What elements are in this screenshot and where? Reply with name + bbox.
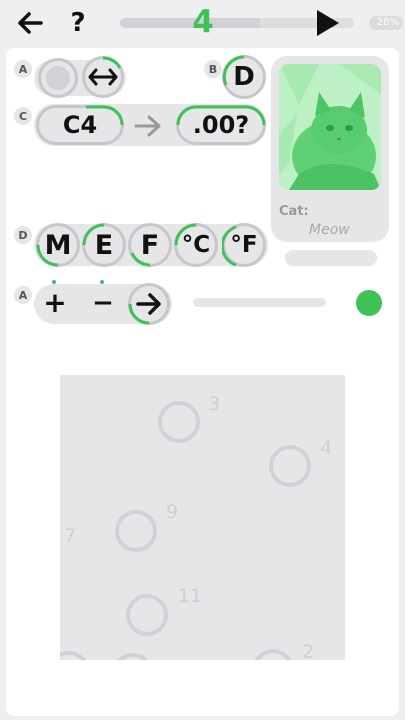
pitch-from-progress-arc (86, 105, 124, 126)
target-label: 7 (64, 525, 77, 547)
unit-option-progress-arc (222, 225, 237, 267)
swap-progress-arc (102, 56, 122, 69)
unit-option-progress-arc (130, 252, 151, 267)
note-d-progress-arc (222, 55, 245, 86)
target-circle[interactable] (252, 649, 294, 660)
target-circle[interactable] (60, 651, 90, 660)
target-label: 11 (178, 585, 203, 607)
target-circle[interactable] (115, 510, 157, 552)
pitch-to-progress-arc (176, 105, 266, 126)
row-tag-b: B (204, 60, 222, 78)
unit-option-progress-arc (174, 223, 197, 246)
row-tag-c: C (14, 107, 32, 125)
target-circle[interactable] (112, 653, 154, 660)
target-circle[interactable] (269, 445, 311, 487)
unit-option-progress-arc (82, 223, 105, 246)
toggle-circle-button[interactable] (38, 58, 78, 98)
row-tag-d: D (14, 226, 32, 244)
card-sound-label: Meow (309, 222, 350, 238)
card-name-label: Cat: (279, 204, 309, 219)
target-label: 9 (166, 501, 179, 523)
row-tag-a: A (14, 60, 32, 78)
play-field[interactable]: 3 4 9 11 2 (60, 375, 345, 660)
minus-indicator (100, 280, 104, 284)
target-label: 2 (302, 641, 315, 660)
card-stand (285, 250, 377, 266)
target-circle[interactable] (126, 594, 168, 636)
play-icon[interactable] (313, 8, 343, 42)
plus-button[interactable]: + (40, 287, 70, 319)
minus-button[interactable]: − (88, 287, 118, 319)
arrow-right-icon (133, 114, 163, 142)
value-slider[interactable] (193, 298, 326, 307)
row-tag-a2: A (14, 286, 32, 304)
level-number: 4 (192, 4, 214, 40)
top-bar: ? 4 28% (0, 0, 405, 46)
target-label: 3 (208, 393, 221, 415)
plus-indicator (52, 280, 56, 284)
toggle-knob (46, 66, 70, 90)
go-progress-arc (128, 303, 150, 325)
animal-card[interactable]: Cat: Meow (271, 56, 389, 242)
cat-photo (279, 64, 381, 190)
status-dot[interactable] (356, 290, 382, 316)
percent-badge: 28% (369, 16, 403, 30)
target-circle[interactable] (158, 401, 200, 443)
back-arrow-icon[interactable] (14, 8, 46, 38)
unit-option-progress-arc (36, 244, 59, 267)
target-label: 4 (320, 437, 333, 459)
help-button[interactable]: ? (64, 8, 92, 38)
